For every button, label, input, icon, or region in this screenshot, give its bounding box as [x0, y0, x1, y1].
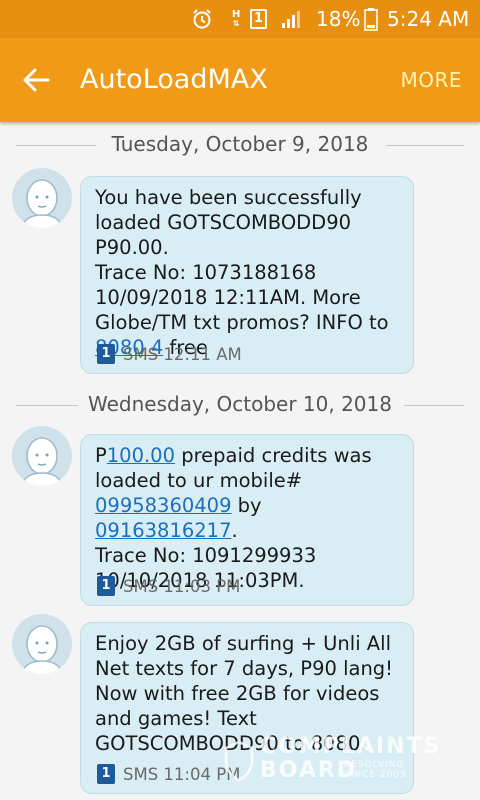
clock: 5:24 AM	[387, 7, 470, 31]
message-text: You have been successfully loaded GOTSCO…	[95, 185, 401, 360]
sim-icon: 1	[97, 576, 115, 596]
arrow-left-icon	[23, 68, 50, 92]
status-bar: H ⇅ 1 18% 5:24 AM	[0, 0, 480, 38]
sim-icon: 1	[97, 764, 115, 784]
contact-avatar-icon	[21, 179, 63, 228]
conversation-title: AutoLoadMAX	[80, 64, 268, 95]
app-bar: AutoLoadMAX MORE	[0, 38, 480, 122]
message-text-part: You have been successfully loaded GOTSCO…	[95, 186, 389, 334]
battery-icon	[364, 0, 378, 38]
avatar[interactable]	[12, 168, 72, 228]
watermark: COMPLAINTS BOARD RESOLVING SINCE 2005	[218, 734, 480, 794]
alarm-icon	[190, 0, 214, 38]
date-separator: Tuesday, October 9, 2018	[0, 130, 480, 160]
message-meta: 1 SMS 11:03 PM	[97, 575, 240, 597]
watermark-line-2: BOARD	[260, 758, 358, 783]
message-link[interactable]: 100.00	[107, 444, 175, 467]
message-text-part: by	[231, 494, 262, 517]
back-button[interactable]	[16, 62, 56, 98]
message-bubble[interactable]: You have been successfully loaded GOTSCO…	[80, 176, 414, 374]
date-separator: Wednesday, October 10, 2018	[0, 390, 480, 420]
message-text-part: P	[95, 444, 107, 467]
contact-avatar-icon	[21, 625, 63, 674]
date-separator-label: Tuesday, October 9, 2018	[111, 132, 369, 156]
more-button[interactable]: MORE	[400, 68, 462, 92]
message-timestamp: SMS 11:03 PM	[123, 576, 241, 596]
message-timestamp: SMS 12:11 AM	[123, 344, 242, 364]
network-type-indicator: H ⇅	[232, 9, 241, 29]
signal-icon	[280, 0, 302, 38]
network-type-label: H	[232, 9, 241, 20]
message-meta: 1 SMS 12:11 AM	[97, 343, 242, 365]
battery-percent: 18%	[316, 7, 361, 31]
sim-icon: 1	[97, 344, 115, 364]
sim-indicator: 1	[250, 0, 267, 38]
watermark-tagline: RESOLVING SINCE 2005	[344, 760, 407, 780]
contact-avatar-icon	[21, 437, 63, 486]
message-text: P100.00 prepaid credits was loaded to ur…	[95, 443, 401, 593]
watermark-line-1: COMPLAINTS	[260, 734, 442, 759]
date-separator-label: Wednesday, October 10, 2018	[88, 392, 392, 416]
message-link[interactable]: 09163816217	[95, 519, 231, 542]
shield-icon	[224, 740, 254, 782]
avatar[interactable]	[12, 614, 72, 674]
message-link[interactable]: 09958360409	[95, 494, 231, 517]
message-bubble[interactable]: P100.00 prepaid credits was loaded to ur…	[80, 434, 414, 606]
sim-badge-status: 1	[250, 9, 267, 29]
avatar[interactable]	[12, 426, 72, 486]
